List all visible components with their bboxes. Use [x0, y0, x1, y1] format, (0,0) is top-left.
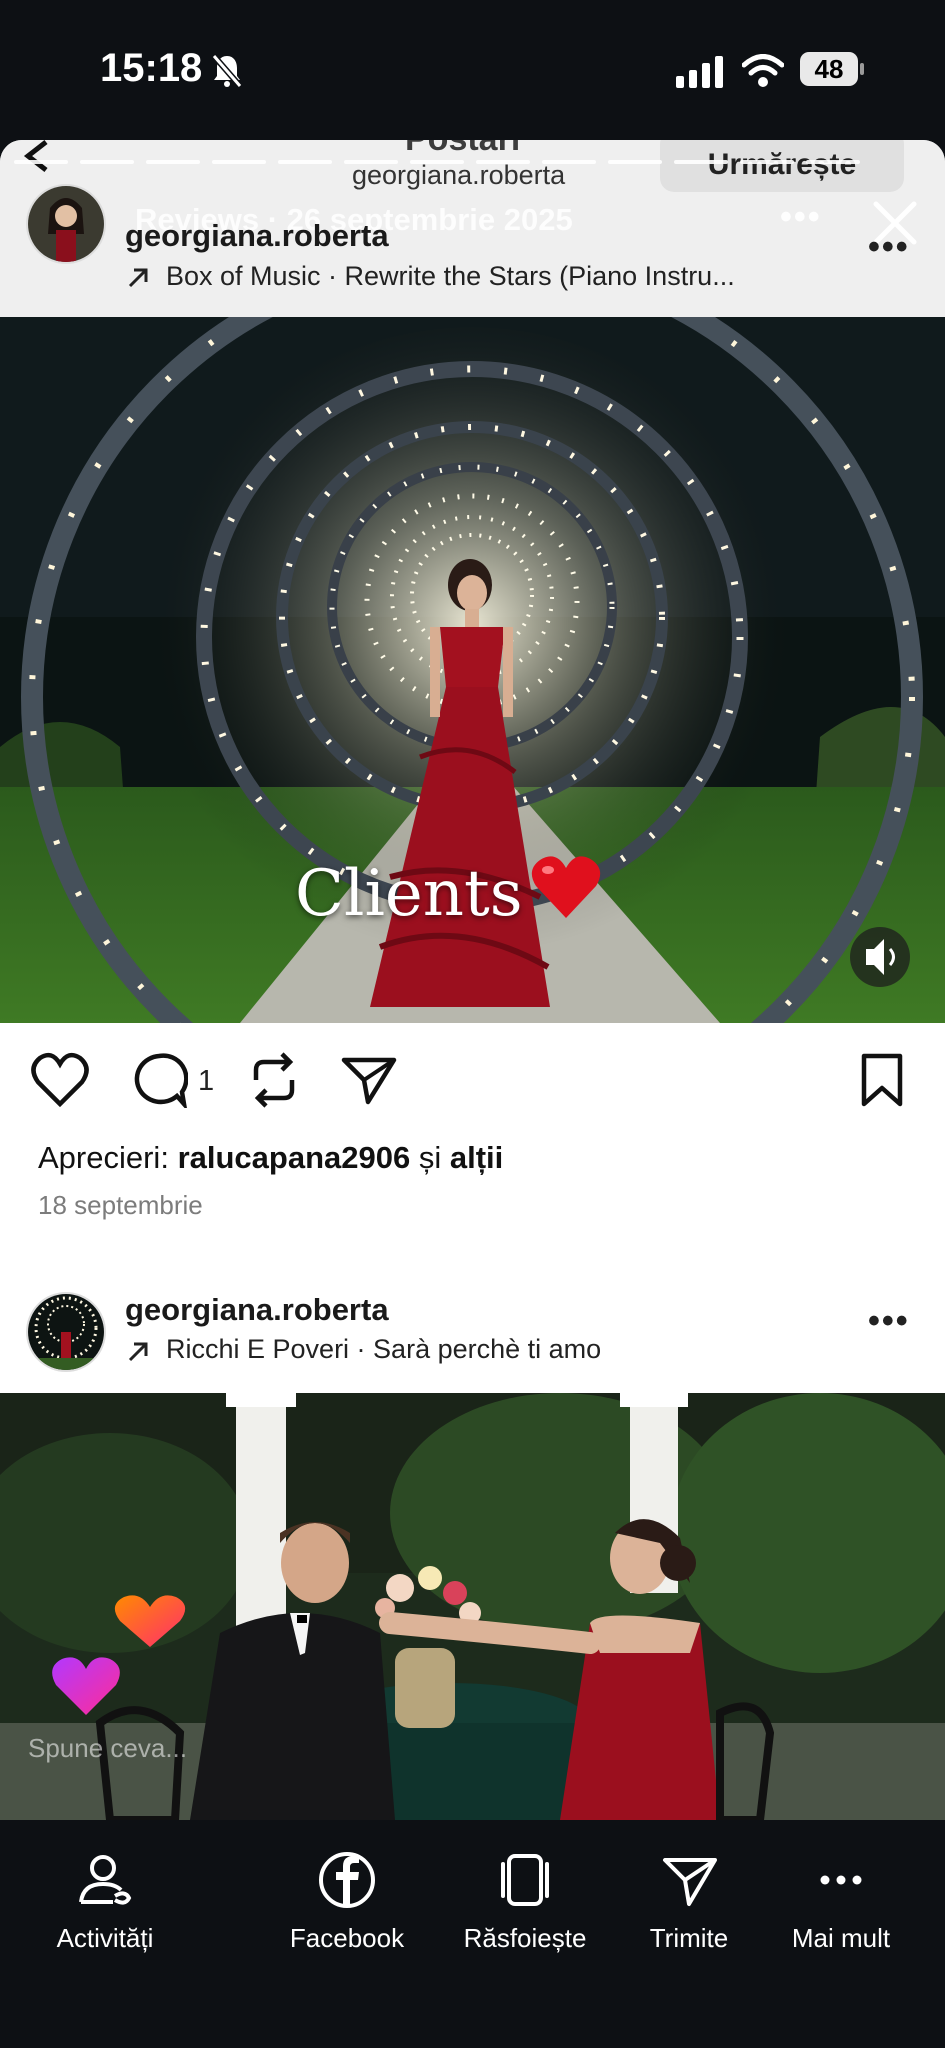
bookmark-icon[interactable] [860, 1052, 904, 1108]
nav-browse-label: Răsfoiește [463, 1923, 587, 1953]
send-icon[interactable] [340, 1054, 398, 1106]
post2-audio[interactable]: Ricchi E Poveri · Sarà perchè ti amo [166, 1334, 601, 1365]
mute-toggle-button[interactable] [848, 925, 912, 989]
nav-browse[interactable]: Răsfoiește [440, 1850, 610, 1954]
status-time: 15:18 [100, 46, 203, 90]
post1-date: 18 septembrie [38, 1190, 203, 1220]
activity-icon [79, 1855, 132, 1905]
nav-send[interactable]: Trimite [604, 1850, 774, 1954]
battery-indicator: 48 [800, 52, 858, 86]
likes-user[interactable]: ralucapana2906 [178, 1140, 411, 1175]
ghost-follow-button[interactable]: Urmărește [660, 140, 904, 192]
progress-segment [674, 160, 728, 164]
avatar[interactable] [26, 1292, 106, 1372]
avatar[interactable] [26, 184, 106, 264]
progress-segment [806, 160, 860, 164]
progress-segment [80, 160, 134, 164]
post1-image[interactable]: Clients [0, 317, 945, 1023]
battery-tip [860, 63, 864, 75]
facebook-icon [319, 1852, 375, 1908]
likes-others[interactable]: alții [450, 1140, 503, 1175]
post2-image[interactable]: Spune ceva... [0, 1393, 945, 1820]
like-heart-icon[interactable] [30, 1052, 90, 1108]
bell-muted-icon [211, 54, 243, 88]
nav-facebook[interactable]: Facebook [262, 1850, 432, 1954]
post1-more-icon[interactable]: ••• [868, 228, 910, 267]
floating-heart-icon [114, 1595, 186, 1647]
browse-icon [501, 1854, 549, 1906]
ghost-header-username: georgiana.roberta [352, 160, 566, 190]
progress-segment [14, 160, 68, 164]
floating-heart-icon [52, 1657, 120, 1715]
progress-segment [278, 160, 332, 164]
post1-audio[interactable]: Box of Music · Rewrite the Stars (Piano … [166, 261, 735, 292]
ghost-page-title: Postări [405, 140, 520, 159]
overlay-caption: Clients [295, 857, 523, 931]
progress-segment [410, 160, 464, 164]
status-bar: 15:18 48 [0, 0, 945, 140]
progress-segment [608, 160, 662, 164]
comment-count: 1 [198, 1065, 215, 1097]
comment-input[interactable]: Spune ceva... [28, 1733, 187, 1764]
arrow-up-right-icon [128, 1342, 148, 1362]
more-icon [820, 1875, 862, 1885]
nav-facebook-label: Facebook [289, 1923, 405, 1953]
post2-username[interactable]: georgiana.roberta [125, 1292, 389, 1328]
progress-segment [212, 160, 266, 164]
post2-more-icon[interactable]: ••• [868, 1302, 910, 1341]
nav-more-label: Mai mult [791, 1923, 891, 1953]
progress-segment [740, 160, 794, 164]
progress-segment [146, 160, 200, 164]
nav-activity[interactable]: Activități [20, 1850, 190, 1954]
progress-segment [542, 160, 596, 164]
bottom-action-bar: Activități Facebook Răsfoiește Trimite M… [0, 1820, 945, 2048]
send-icon [663, 1858, 717, 1906]
wifi-icon [742, 54, 784, 87]
comment-icon[interactable] [130, 1052, 188, 1108]
post-sheet: Postări georgiana.roberta Urmărește Revi… [0, 140, 945, 1820]
likes-label: Aprecieri: [38, 1140, 169, 1175]
likes-and: și [418, 1140, 442, 1175]
nav-send-label: Trimite [649, 1923, 729, 1953]
ghost-more-icon[interactable]: ••• [780, 198, 822, 237]
sheet-header: Postări georgiana.roberta Urmărește Revi… [0, 140, 945, 317]
likes-line: Aprecieri: ralucapana2906 și alții [38, 1140, 503, 1176]
nav-activity-label: Activități [56, 1923, 154, 1953]
progress-segment [476, 160, 530, 164]
post1-username[interactable]: georgiana.roberta [125, 218, 389, 254]
progress-segment [344, 160, 398, 164]
red-heart-emoji-icon [531, 856, 601, 918]
arrow-up-right-icon [128, 268, 148, 288]
back-chevron-icon[interactable] [18, 140, 54, 176]
repost-icon[interactable] [248, 1050, 300, 1110]
nav-more[interactable]: Mai mult [756, 1850, 926, 1954]
signal-icon [676, 56, 723, 88]
